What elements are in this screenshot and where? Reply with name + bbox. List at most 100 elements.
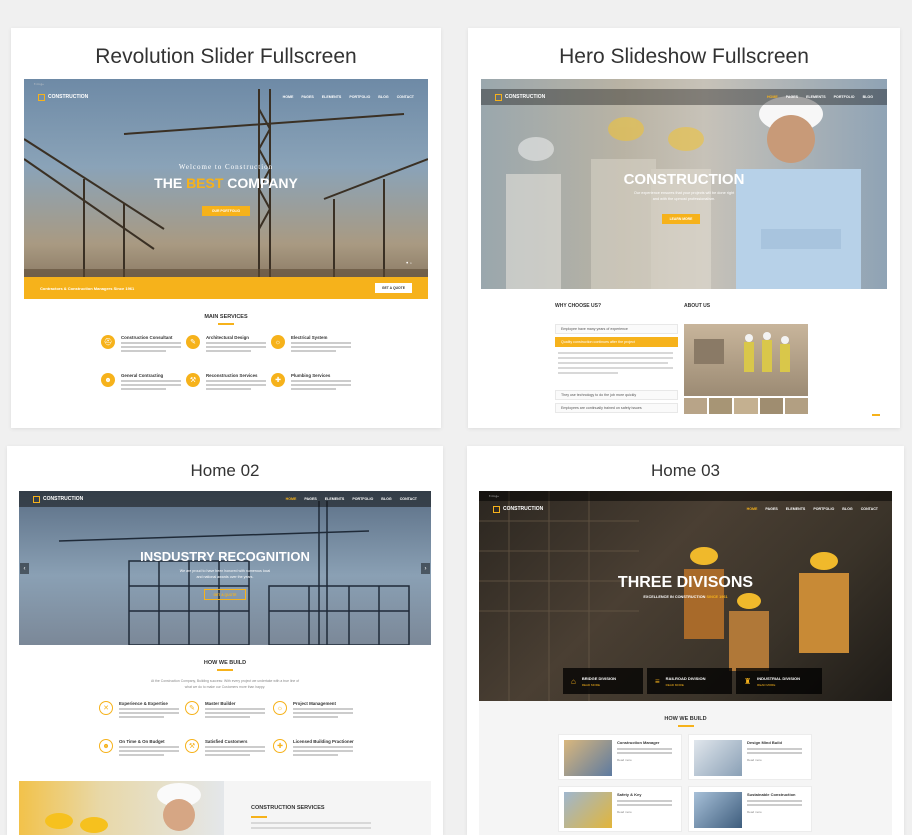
main-nav: CONSTRUCTION HOME PAGES ELEMENTS PORTFOL… (479, 501, 892, 517)
section-intro: At the Construction Company, Building su… (150, 679, 300, 690)
nav-item-elements[interactable]: ELEMENTS (806, 95, 826, 99)
nav-item-portfolio[interactable]: PORTFOLIO (813, 507, 834, 511)
slider-prev-arrow[interactable]: ‹ (20, 563, 29, 574)
nav-item-pages[interactable]: PAGES (304, 497, 316, 501)
card-title: Home 02 (190, 461, 260, 480)
nav-item-contact[interactable]: CONTACT (397, 95, 414, 99)
hero-title: THE BEST COMPANY (154, 175, 298, 191)
service-tile-image (564, 740, 612, 776)
accordion-item[interactable]: Employees are continually trained on saf… (555, 403, 678, 413)
nav-item-home[interactable]: HOME (286, 497, 297, 501)
crane-icon: ⚒ (186, 373, 200, 387)
nav-item-pages[interactable]: PAGES (765, 507, 777, 511)
site-logo[interactable]: CONSTRUCTION (33, 495, 83, 503)
nav-item-home[interactable]: HOME (283, 95, 294, 99)
service-tile[interactable]: Safety & Key Read more (558, 786, 682, 832)
hero-subtitle: We are proud to have been honored with n… (179, 569, 271, 580)
accordion-item[interactable]: They use technology to do the job more q… (555, 390, 678, 400)
about-title: ABOUT US (684, 303, 711, 309)
division-card-bridge[interactable]: ⌂ BRIDGE DIVISION READ MORE (563, 668, 643, 694)
badge-icon: ✕ (99, 701, 113, 715)
hero-kicker: Welcome to Construction (178, 163, 274, 171)
division-card-railroad[interactable]: ≡ RAILROAD DIVISION READ MORE (647, 668, 732, 694)
crane-icon: ⚒ (185, 739, 199, 753)
hero-portfolio-button[interactable]: OUR PORTFOLIO (202, 206, 250, 216)
logo-icon (493, 505, 500, 513)
nav-item-pages[interactable]: PAGES (301, 95, 313, 99)
bulb-icon: ☼ (271, 335, 285, 349)
section-title: MAIN SERVICES (11, 314, 441, 325)
site-logo[interactable]: CONSTRUCTION (495, 93, 545, 101)
accordion-item-active[interactable]: Quality construction continues after the… (555, 337, 678, 347)
main-nav: CONSTRUCTION HOME PAGES ELEMENTS PORTFOL… (24, 89, 428, 105)
site-logo[interactable]: CONSTRUCTION (493, 505, 543, 513)
social-icons[interactable]: f t in g+ (34, 82, 44, 86)
preview-card-home-03[interactable]: Home 03 f t in g+ CONSTRUCTION HOME PAGE… (467, 446, 904, 835)
preview-card-hero-slideshow[interactable]: Hero Slideshow Fullscreen CONSTRUCTION H… (468, 28, 900, 428)
wrench-icon: ✚ (273, 739, 287, 753)
nav-item-blog[interactable]: BLOG (378, 95, 388, 99)
worker-icon: ☻ (99, 739, 113, 753)
logo-icon (33, 495, 40, 503)
card-title: Revolution Slider Fullscreen (95, 45, 357, 68)
screenshot-preview: f t in g+ CONSTRUCTION HOME PAGES ELEMEN… (24, 79, 428, 299)
nav-item-home[interactable]: HOME (747, 507, 758, 511)
site-logo[interactable]: CONSTRUCTION (38, 93, 88, 101)
nav-item-contact[interactable]: CONTACT (861, 507, 878, 511)
preview-card-revolution-slider[interactable]: Revolution Slider Fullscreen f t in g+ C… (11, 28, 441, 428)
about-image (684, 324, 808, 396)
nav-menu: HOME PAGES ELEMENTS PORTFOLIO BLOG CONTA… (286, 497, 417, 501)
section-title: HOW WE BUILD (467, 716, 904, 727)
service-tile-image (694, 792, 742, 828)
service-item[interactable]: ✚ Plumbing Services (271, 373, 391, 392)
feature-item[interactable]: ☼ Project Management (273, 701, 393, 720)
screenshot-preview: f t in g+ CONSTRUCTION HOME PAGES ELEMEN… (479, 491, 892, 701)
feature-item[interactable]: ✚ Licensed Building Practioner (273, 739, 393, 758)
hero-learn-more-button[interactable]: LEARN MORE (662, 214, 700, 224)
nav-item-contact[interactable]: CONTACT (400, 497, 417, 501)
screenshot-preview: CONSTRUCTION HOME PAGES ELEMENTS PORTFOL… (19, 491, 431, 645)
service-tile-image (694, 740, 742, 776)
service-item[interactable]: ☼ Electrical System (271, 335, 391, 354)
about-thumbnails[interactable] (684, 398, 809, 414)
card-title: Hero Slideshow Fullscreen (559, 45, 809, 68)
railroad-icon: ≡ (655, 676, 660, 686)
screenshot-preview: CONSTRUCTION HOME PAGES ELEMENTS PORTFOL… (481, 79, 887, 289)
division-card-industrial[interactable]: ♜ INDUSTRIAL DIVISION READ MORE (736, 668, 822, 694)
bottom-section: CONSTRUCTION SERVICES (19, 781, 431, 835)
nav-item-portfolio[interactable]: PORTFOLIO (352, 497, 373, 501)
compass-icon: ✎ (185, 701, 199, 715)
nav-item-pages[interactable]: PAGES (786, 95, 798, 99)
nav-item-portfolio[interactable]: PORTFOLIO (349, 95, 370, 99)
cta-banner: Contractors & Construction Managers Sinc… (24, 277, 428, 299)
slider-dots[interactable]: • ◦ (406, 261, 412, 267)
nav-item-blog[interactable]: BLOG (381, 497, 391, 501)
accordion-body-text (558, 352, 673, 354)
nav-item-elements[interactable]: ELEMENTS (325, 497, 345, 501)
hero-title: CONSTRUCTION (623, 171, 745, 188)
nav-item-blog[interactable]: BLOG (863, 95, 873, 99)
factory-icon: ♜ (744, 676, 752, 686)
nav-item-elements[interactable]: ELEMENTS (322, 95, 342, 99)
nav-item-blog[interactable]: BLOG (842, 507, 852, 511)
section-title: HOW WE BUILD (7, 660, 443, 671)
worker-image (19, 781, 224, 835)
compass-icon: ✎ (186, 335, 200, 349)
service-tile[interactable]: Design Mind Build Read more (688, 734, 812, 780)
preview-card-home-02[interactable]: Home 02 CONSTRUCTION HOME PAGES ELEMENTS… (7, 446, 443, 835)
hero-title: THREE DIVISONS (617, 574, 754, 591)
logo-icon (38, 93, 45, 101)
top-info-bar: f t in g+ (24, 79, 428, 89)
hard-hat-icon: ⛑ (101, 335, 115, 349)
service-tile[interactable]: Sustainable Construction Read more (688, 786, 812, 832)
social-icons[interactable]: f t in g+ (489, 494, 499, 498)
get-quote-button[interactable]: GET A QUOTE (374, 283, 412, 293)
banner-text: Contractors & Construction Managers Sinc… (40, 285, 135, 291)
hero-quote-button[interactable]: GET A QUOTE (204, 589, 246, 600)
service-tile[interactable]: Construction Manager Read more (558, 734, 682, 780)
nav-item-portfolio[interactable]: PORTFOLIO (834, 95, 855, 99)
accordion-item[interactable]: Employee have many years of experience (555, 324, 678, 334)
slider-next-arrow[interactable]: › (421, 563, 430, 574)
nav-item-home[interactable]: HOME (767, 95, 778, 99)
nav-item-elements[interactable]: ELEMENTS (786, 507, 806, 511)
